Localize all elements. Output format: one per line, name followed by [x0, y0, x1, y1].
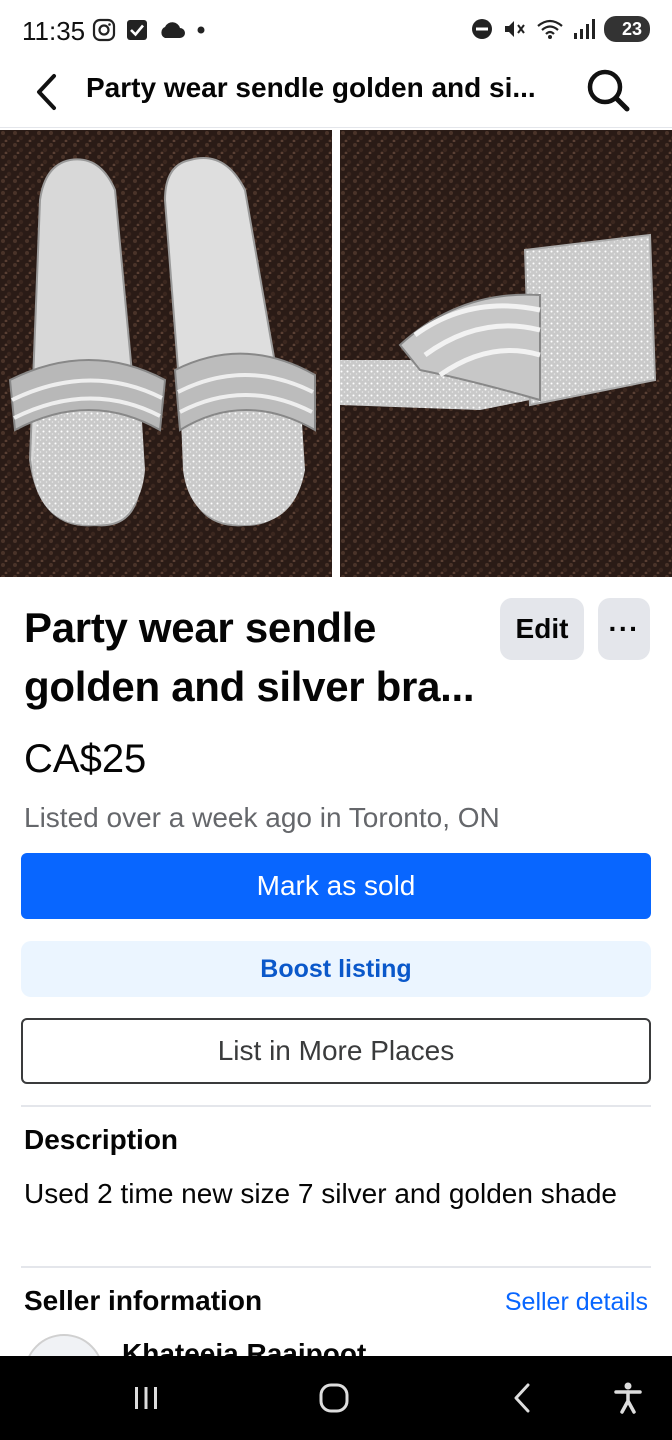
- back-button[interactable]: [26, 68, 66, 116]
- app-header: Party wear sendle golden and si...: [0, 62, 672, 128]
- recents-icon: [135, 1387, 157, 1409]
- accessibility-button[interactable]: [604, 1374, 652, 1422]
- system-back-button[interactable]: [498, 1374, 546, 1422]
- listing-title: Party wear sendle golden and silver bra.…: [24, 604, 475, 710]
- mark-as-sold-button[interactable]: Mark as sold: [21, 853, 651, 919]
- list-in-more-places-button[interactable]: List in More Places: [21, 1018, 651, 1084]
- divider: [21, 1266, 651, 1268]
- header-title: Party wear sendle golden and si...: [86, 72, 536, 103]
- wifi-icon: [537, 19, 563, 39]
- back-icon: [514, 1383, 530, 1413]
- divider: [21, 1105, 651, 1107]
- status-bar: 11:35 23: [0, 0, 672, 62]
- listing-title-block: Party wear sendle golden and silver bra.…: [24, 598, 494, 716]
- description-text: Used 2 time new size 7 silver and golden…: [24, 1178, 618, 1209]
- accessibility-icon: [614, 1382, 642, 1414]
- boost-listing-button[interactable]: Boost listing: [21, 941, 651, 997]
- description-heading: Description: [24, 1124, 179, 1155]
- instagram-icon: [92, 18, 116, 42]
- search-icon: [587, 69, 630, 112]
- mute-icon: [504, 21, 525, 37]
- listed-info: Listed over a week ago in Toronto, ON: [24, 802, 500, 833]
- home-icon: [319, 1383, 349, 1413]
- status-time: 11:35: [22, 16, 86, 46]
- battery-level: 23: [621, 19, 642, 39]
- system-nav-bar: [0, 1356, 672, 1440]
- cloud-icon: [161, 22, 185, 38]
- battery-indicator: 23: [603, 16, 650, 42]
- listing-price: CA$25: [24, 737, 147, 781]
- recents-button[interactable]: [122, 1374, 170, 1422]
- photo-gallery[interactable]: [0, 130, 672, 577]
- search-button[interactable]: [584, 66, 632, 114]
- home-button[interactable]: [310, 1374, 358, 1422]
- dot-icon: [197, 26, 205, 34]
- signal-icon: [573, 19, 595, 39]
- listing-photo[interactable]: [340, 130, 672, 577]
- edit-button[interactable]: Edit: [500, 598, 584, 660]
- seller-info-heading: Seller information: [24, 1285, 263, 1316]
- more-options-button[interactable]: ···: [598, 598, 650, 660]
- dnd-icon: [471, 19, 492, 39]
- checkbox-icon: [127, 20, 147, 40]
- chevron-left-icon: [37, 74, 56, 110]
- listing-photo[interactable]: [0, 130, 332, 577]
- seller-details-link[interactable]: Seller details: [505, 1288, 648, 1317]
